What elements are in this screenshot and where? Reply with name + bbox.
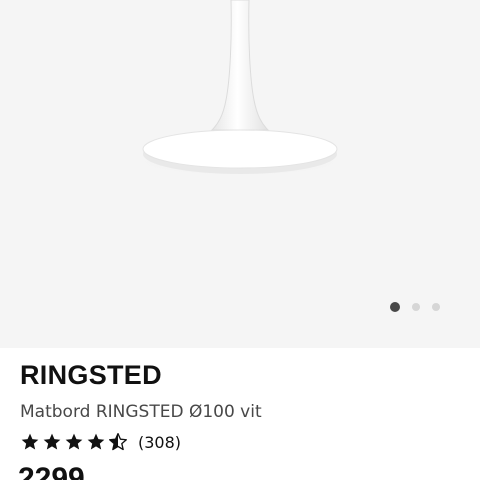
product-image-carousel[interactable] xyxy=(0,0,480,348)
carousel-dots[interactable] xyxy=(390,302,440,312)
product-description: Matbord RINGSTED Ø100 vit xyxy=(20,402,262,422)
product-name[interactable]: RINGSTED xyxy=(20,360,162,391)
carousel-dot-2[interactable] xyxy=(412,303,420,311)
product-info: RINGSTED Matbord RINGSTED Ø100 vit (308)… xyxy=(0,348,480,480)
table-image xyxy=(136,0,344,176)
carousel-dot-1[interactable] xyxy=(390,302,400,312)
star-full-icon xyxy=(21,433,39,450)
star-half-icon xyxy=(109,433,128,451)
carousel-dot-3[interactable] xyxy=(432,303,440,311)
rating-row[interactable]: (308) xyxy=(20,432,181,452)
product-page: RINGSTED Matbord RINGSTED Ø100 vit (308)… xyxy=(0,0,480,480)
star-full-icon xyxy=(43,433,61,450)
product-price: 2299 xyxy=(18,462,85,480)
star-rating xyxy=(20,432,128,452)
star-full-icon xyxy=(65,433,83,450)
review-count[interactable]: (308) xyxy=(138,433,181,452)
star-full-icon xyxy=(87,433,105,450)
